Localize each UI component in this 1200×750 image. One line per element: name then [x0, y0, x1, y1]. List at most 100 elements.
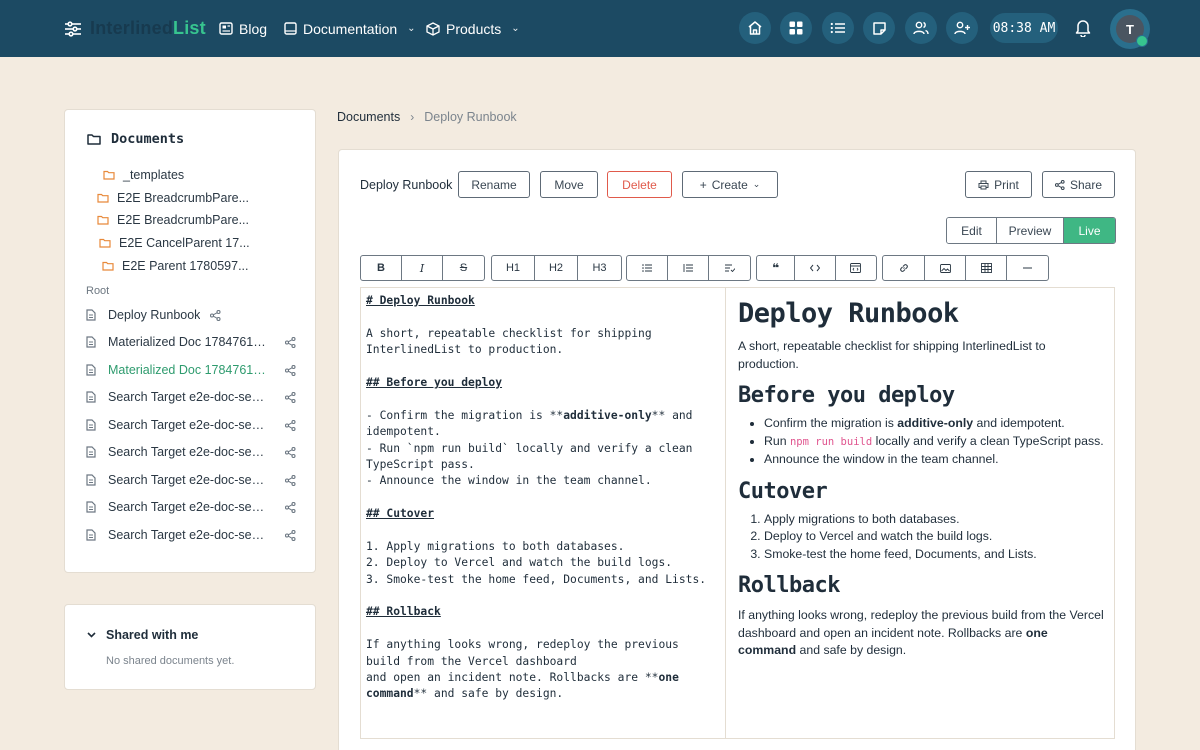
create-button-label: Create — [711, 177, 748, 192]
top-navigation-bar: InterlinedList Blog Documentation ⌄ Prod… — [0, 0, 1200, 57]
users-icon — [913, 21, 929, 35]
share-icon[interactable] — [285, 419, 296, 431]
view-mode-switch: Edit Preview Live — [946, 217, 1116, 244]
list-item: Announce the window in the team channel. — [764, 451, 1108, 469]
numbered-list-button[interactable] — [668, 256, 709, 280]
folder-item[interactable]: E2E BreadcrumbPare... — [97, 213, 249, 227]
markdown-editor[interactable]: # Deploy Runbook A short, repeatable che… — [366, 293, 722, 703]
link-button[interactable] — [883, 256, 925, 280]
share-icon[interactable] — [285, 474, 296, 486]
quote-icon: ❝ — [772, 261, 780, 275]
folder-icon — [87, 134, 101, 145]
document-item[interactable]: Materialized Doc 178476133... — [86, 363, 296, 377]
mode-preview-tab[interactable]: Preview — [997, 218, 1064, 243]
nav-products-label: Products — [446, 20, 502, 37]
package-icon — [426, 21, 440, 36]
preview-heading-rollback: Rollback — [738, 573, 840, 598]
md-text: ** and safe by design. — [413, 687, 564, 701]
plus-icon: + — [699, 177, 707, 192]
dashboard-button[interactable] — [780, 12, 812, 44]
document-item[interactable]: Search Target e2e-doc-sear... — [86, 445, 296, 459]
list-item: Smoke-test the home feed, Documents, and… — [764, 546, 1108, 564]
notes-button[interactable] — [863, 12, 895, 44]
list-group — [626, 255, 751, 281]
folder-item[interactable]: _templates — [103, 168, 184, 182]
folder-icon — [102, 261, 114, 271]
folder-icon — [103, 170, 115, 180]
lists-button[interactable] — [822, 12, 854, 44]
bold-button[interactable]: B — [361, 256, 402, 280]
document-item[interactable]: Search Target e2e-doc-sear... — [86, 473, 296, 487]
print-button[interactable]: Print — [965, 171, 1032, 198]
bullet-list-button[interactable] — [627, 256, 668, 280]
mode-live-tab[interactable]: Live — [1064, 218, 1115, 243]
clock-display: 08:38 AM — [990, 13, 1058, 43]
nav-documentation[interactable]: Documentation ⌄ — [284, 0, 416, 57]
shared-with-me-title: Shared with me — [106, 628, 199, 642]
create-button[interactable]: + Create ⌄ — [682, 171, 778, 198]
share-icon[interactable] — [285, 364, 296, 376]
add-user-button[interactable] — [946, 12, 978, 44]
document-item[interactable]: Search Target e2e-doc-sear... — [86, 528, 296, 542]
code-button[interactable] — [795, 256, 836, 280]
notifications-button[interactable] — [1074, 18, 1092, 42]
heading2-button[interactable]: H2 — [535, 256, 578, 280]
mode-edit-tab[interactable]: Edit — [947, 218, 997, 243]
task-list-button[interactable] — [709, 256, 750, 280]
root-section-label: Root — [86, 285, 110, 297]
nav-products[interactable]: Products ⌄ — [426, 0, 520, 57]
split-divider[interactable] — [725, 288, 726, 738]
delete-button-label: Delete — [622, 177, 657, 192]
breadcrumb-documents-link[interactable]: Documents — [337, 110, 400, 124]
chevron-down-icon: ⌄ — [511, 23, 520, 34]
folder-item[interactable]: E2E BreadcrumbPare... — [97, 191, 249, 205]
document-title: Search Target e2e-doc-sear... — [108, 390, 268, 404]
nav-blog-label: Blog — [239, 20, 268, 37]
document-icon — [86, 391, 100, 403]
documents-title: Documents — [111, 131, 185, 147]
horizontal-rule-button[interactable] — [1007, 256, 1048, 280]
share-icon[interactable] — [285, 501, 296, 513]
strikethrough-button[interactable]: S — [443, 256, 484, 280]
md-line: InterlinedList to production. — [366, 343, 564, 357]
heading3-button[interactable]: H3 — [578, 256, 621, 280]
heading1-button[interactable]: H1 — [492, 256, 535, 280]
user-menu[interactable]: T — [1110, 9, 1150, 49]
document-item[interactable]: Deploy Runbook — [86, 308, 221, 322]
document-item[interactable]: Materialized Doc 1784761321... — [86, 335, 296, 349]
people-button[interactable] — [905, 12, 937, 44]
nav-blog[interactable]: Blog — [219, 0, 267, 57]
preview-intro: A short, repeatable checklist for shippi… — [738, 339, 1046, 371]
code-block-button[interactable] — [836, 256, 876, 280]
folder-item[interactable]: E2E CancelParent 17... — [99, 236, 250, 250]
rename-button[interactable]: Rename — [458, 171, 530, 198]
image-button[interactable] — [925, 256, 966, 280]
document-icon — [86, 474, 100, 486]
document-item[interactable]: Search Target e2e-doc-sear... — [86, 390, 296, 404]
share-icon[interactable] — [285, 446, 296, 458]
blockquote-button[interactable]: ❝ — [757, 256, 796, 280]
share-icon[interactable] — [285, 529, 296, 541]
delete-button[interactable]: Delete — [607, 171, 672, 198]
folder-item[interactable]: E2E Parent 1780597... — [102, 259, 248, 273]
preview-text: and idempotent. — [973, 416, 1065, 430]
move-button[interactable]: Move — [540, 171, 598, 198]
share-icon[interactable] — [285, 336, 296, 348]
italic-button[interactable]: I — [402, 256, 443, 280]
shared-with-me-toggle[interactable]: Shared with me — [87, 628, 198, 642]
md-line: ## Cutover — [366, 507, 435, 521]
list-item: Deploy to Vercel and watch the build log… — [764, 528, 1108, 546]
share-icon[interactable] — [210, 309, 221, 321]
share-button[interactable]: Share — [1042, 171, 1115, 198]
home-button[interactable] — [739, 12, 771, 44]
app-logo[interactable]: InterlinedList — [64, 18, 206, 39]
document-item[interactable]: Search Target e2e-doc-sear... — [86, 418, 296, 432]
md-text: - Confirm the migration is ** — [366, 408, 564, 422]
sliders-icon — [65, 20, 81, 37]
share-icon[interactable] — [285, 391, 296, 403]
code-icon — [810, 264, 821, 272]
folder-label: E2E BreadcrumbPare... — [117, 191, 250, 205]
document-item[interactable]: Search Target e2e-doc-sear... — [86, 500, 296, 514]
document-icon — [86, 309, 100, 321]
table-button[interactable] — [966, 256, 1007, 280]
